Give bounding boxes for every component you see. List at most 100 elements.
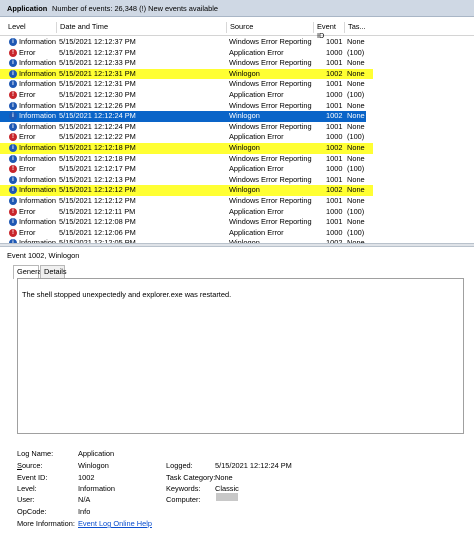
log-header-bar: Application Number of events: 26,348 (!)… — [0, 0, 474, 17]
event-message-text: The shell stopped unexpectedly and explo… — [22, 290, 232, 299]
prop-level-label: Level: — [17, 484, 37, 493]
event-row[interactable]: ! Error 5/15/2021 12:12:37 PM Application E… — [0, 48, 474, 59]
event-row[interactable]: i Information 5/15/2021 12:12:13 PM Windows… — [0, 175, 474, 186]
error-icon: ! — [9, 207, 17, 216]
event-row[interactable]: ! Error 5/15/2021 12:12:22 PM Application E… — [0, 132, 474, 143]
information-icon: i — [9, 69, 17, 78]
event-cell-datetime: 5/15/2021 12:12:13 PM — [59, 174, 136, 184]
event-cell-level: Error — [19, 206, 36, 216]
event-cell-source: Application Error — [229, 206, 284, 216]
column-header-row: Level Date and Time Source Event ID Tas.… — [0, 19, 474, 40]
event-cell-task: None — [347, 217, 365, 227]
event-cell-datetime: 5/15/2021 12:12:33 PM — [59, 58, 136, 68]
column-event-id[interactable]: Event ID — [313, 22, 344, 40]
event-row[interactable]: i Information 5/15/2021 12:12:31 PM Windows… — [0, 79, 474, 90]
error-icon: ! — [9, 165, 17, 174]
event-row[interactable]: ! Error 5/15/2021 12:12:11 PM Application E… — [0, 207, 474, 218]
event-cell-datetime: 5/15/2021 12:12:26 PM — [59, 100, 136, 110]
event-cell-event-id: 1001 — [326, 174, 343, 184]
event-row[interactable]: i Information 5/15/2021 12:12:18 PM Windows… — [0, 154, 474, 165]
prop-task-label: Task Category: — [166, 473, 216, 482]
event-cell-task: (100) — [347, 206, 365, 216]
error-icon: ! — [9, 133, 17, 142]
event-cell-level: Information — [19, 68, 56, 78]
error-icon: ! — [9, 228, 17, 237]
prop-source-label-text: ource: — [21, 461, 43, 470]
event-row[interactable]: ! Error 5/15/2021 12:12:17 PM Application E… — [0, 164, 474, 175]
event-message-box[interactable]: The shell stopped unexpectedly and explo… — [17, 278, 464, 434]
prop-more-info-label: More Information: — [17, 519, 75, 528]
event-cell-level: Information — [19, 185, 56, 195]
event-row[interactable]: i Information 5/15/2021 12:12:33 PM Windows… — [0, 58, 474, 69]
event-cell-source: Windows Error Reporting — [229, 196, 312, 205]
event-cell-event-id: 1000 — [326, 227, 343, 237]
event-row[interactable]: ! Error 5/15/2021 12:12:06 PM Application E… — [0, 228, 474, 239]
column-date-time[interactable]: Date and Time — [56, 22, 226, 33]
information-icon: i — [9, 101, 17, 110]
information-icon: i — [9, 218, 17, 227]
event-cell-event-id: 1000 — [326, 164, 343, 174]
tab-details[interactable]: Details — [40, 265, 67, 278]
event-cell-event-id: 1002 — [326, 143, 343, 152]
event-cell-level: Information — [19, 143, 56, 152]
event-cell-source: Application Error — [229, 132, 284, 142]
prop-user-label: User: — [17, 495, 35, 504]
prop-source-value: Winlogon — [78, 461, 109, 470]
event-row[interactable]: i Information 5/15/2021 12:12:37 PM Windows… — [0, 37, 474, 48]
event-cell-datetime: 5/15/2021 12:12:12 PM — [59, 185, 136, 195]
event-cell-task: None — [347, 143, 365, 152]
column-level[interactable]: Level — [5, 22, 57, 33]
event-row[interactable]: i Information 5/15/2021 12:12:12 PM Winlogo… — [0, 185, 474, 196]
event-cell-task: None — [347, 100, 365, 110]
event-cell-event-id: 1000 — [326, 132, 343, 142]
event-cell-source: Windows Error Reporting — [229, 121, 312, 131]
event-cell-task: (100) — [347, 132, 365, 142]
event-cell-event-id: 1000 — [326, 206, 343, 216]
event-cell-event-id: 1000 — [326, 47, 343, 57]
prop-keywords-value: Classic — [215, 484, 239, 493]
event-row[interactable]: i Information 5/15/2021 12:12:18 PM Winlogo… — [0, 143, 474, 154]
pane-splitter[interactable] — [0, 243, 474, 247]
event-row[interactable]: i Information 5/15/2021 12:12:26 PM Windows… — [0, 101, 474, 112]
event-cell-level: Information — [19, 58, 56, 68]
column-source[interactable]: Source — [226, 22, 313, 33]
information-icon: i — [9, 59, 17, 68]
event-cell-task: (100) — [347, 227, 365, 237]
tab-general[interactable]: General — [13, 265, 43, 279]
information-icon: i — [9, 154, 17, 163]
event-row[interactable]: ! Error 5/15/2021 12:12:30 PM Application E… — [0, 90, 474, 101]
event-cell-level: Error — [19, 227, 36, 237]
event-cell-task: None — [347, 153, 365, 163]
event-cell-task: None — [347, 79, 365, 89]
event-cell-task: None — [347, 174, 365, 184]
event-row[interactable]: i Information 5/15/2021 12:12:24 PM Windows… — [0, 122, 474, 133]
event-cell-source: Winlogon — [229, 185, 260, 195]
event-cell-event-id: 1001 — [326, 58, 343, 68]
event-row[interactable]: i Information 5/15/2021 12:12:31 PM Winlogo… — [0, 68, 474, 80]
event-cell-datetime: 5/15/2021 12:12:24 PM — [59, 121, 136, 131]
event-cell-event-id: 1001 — [326, 217, 343, 227]
event-cell-datetime: 5/15/2021 12:12:18 PM — [59, 153, 136, 163]
information-icon: i — [9, 38, 17, 46]
event-cell-level: Error — [19, 132, 36, 142]
event-cell-source: Windows Error Reporting — [229, 79, 312, 89]
column-task[interactable]: Tas... — [344, 22, 368, 33]
event-cell-event-id: 1002 — [326, 185, 343, 195]
event-cell-level: Information — [19, 121, 56, 131]
event-row[interactable]: i Information 5/15/2021 12:12:08 PM Windows… — [0, 217, 474, 228]
event-cell-source: Application Error — [229, 90, 284, 99]
prop-opcode-value: Info — [78, 507, 91, 516]
event-row[interactable]: i Information 5/15/2021 12:12:24 PM Winlogo… — [0, 111, 474, 122]
events-grid[interactable]: Level Date and Time Source Event ID Tas.… — [0, 17, 474, 243]
prop-event-id-label: Event ID: — [17, 473, 48, 482]
prop-logged-label: Logged: — [166, 461, 193, 470]
event-cell-source: Application Error — [229, 47, 284, 57]
event-cell-event-id: 1001 — [326, 100, 343, 110]
event-cell-datetime: 5/15/2021 12:12:24 PM — [59, 111, 136, 121]
event-row[interactable]: i Information 5/15/2021 12:12:12 PM Windows… — [0, 196, 474, 207]
event-log-online-help-link[interactable]: Event Log Online Help — [78, 519, 152, 528]
event-cell-level: Error — [19, 47, 36, 57]
error-icon: ! — [9, 91, 17, 99]
event-cell-datetime: 5/15/2021 12:12:37 PM — [59, 47, 136, 57]
event-cell-task: (100) — [347, 90, 365, 99]
